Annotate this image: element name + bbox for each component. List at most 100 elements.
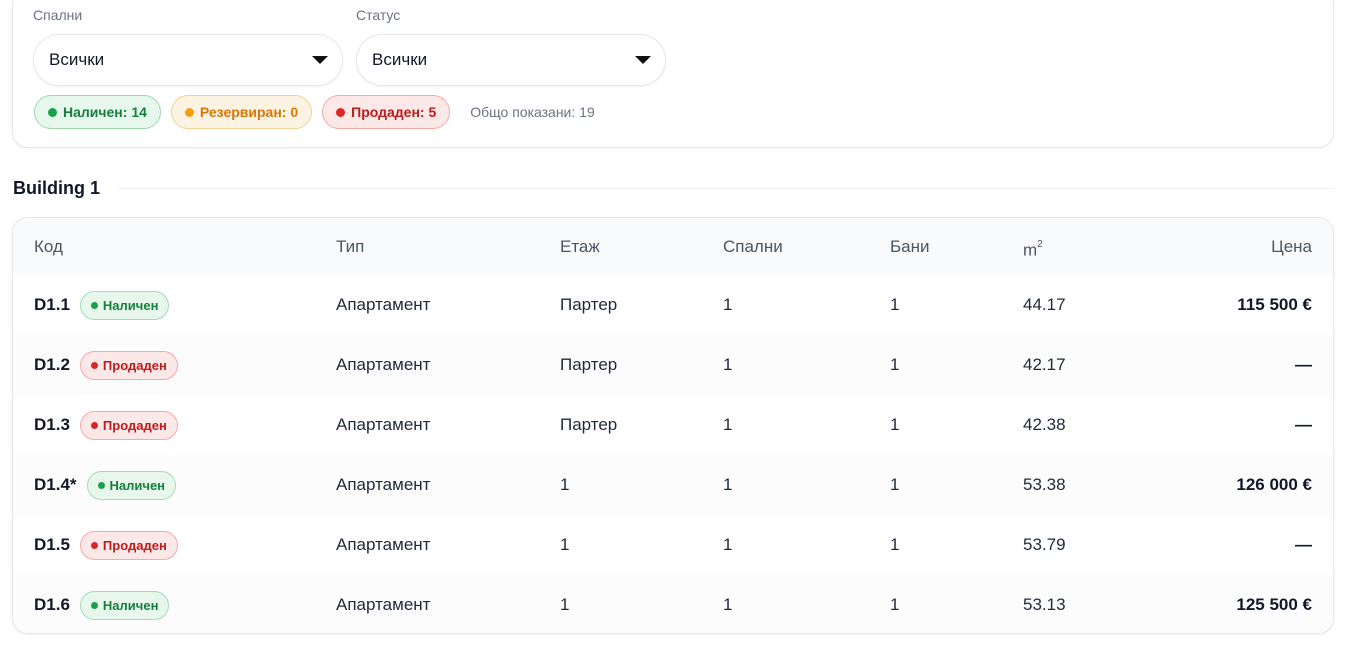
status-badge: Продаден <box>79 530 178 560</box>
header-area: m2 <box>1023 218 1043 275</box>
header-type: Тип <box>336 237 365 256</box>
unit-bathrooms: 1 <box>890 295 900 314</box>
unit-area: 53.38 <box>1023 475 1066 494</box>
unit-code: D1.2 <box>34 355 70 374</box>
unit-area: 42.17 <box>1023 355 1066 374</box>
unit-bedrooms: 1 <box>723 415 733 434</box>
unit-price: 125 500 € <box>1236 595 1312 614</box>
unit-code-cell: D1.2 Продаден <box>34 335 178 395</box>
status-badge: Наличен <box>79 590 170 620</box>
header-price: Цена <box>1271 237 1312 256</box>
status-badge-label: Наличен <box>102 297 159 313</box>
unit-type: Апартамент <box>336 295 431 314</box>
table-row[interactable]: D1.5 Продаден Апартамент 1 1 1 53.79 — <box>13 515 1333 575</box>
total-shown: Общо показани: 19 <box>470 104 595 120</box>
status-filter: Статус Всички <box>356 7 666 86</box>
header-area-unit: m <box>1023 240 1038 260</box>
status-dot-icon <box>48 107 57 117</box>
header-code: Код <box>34 237 63 256</box>
reserved-count-chip[interactable]: Резервиран: 0 <box>170 95 313 129</box>
unit-floor: Партер <box>560 295 618 314</box>
unit-code: D1.6 <box>34 595 70 614</box>
header-bedrooms: Спални <box>723 237 783 256</box>
unit-price: — <box>1295 535 1312 554</box>
status-dot-icon <box>184 107 194 117</box>
unit-floor: 1 <box>560 475 570 494</box>
unit-floor: 1 <box>560 535 570 554</box>
table-row[interactable]: D1.4* Наличен Апартамент 1 1 1 53.38 126 000 € <box>13 455 1333 515</box>
unit-area: 53.13 <box>1023 595 1066 614</box>
status-badge-label: Продаден <box>102 357 167 373</box>
status-badge: Продаден <box>79 350 178 380</box>
unit-floor: 1 <box>560 595 570 614</box>
unit-price: — <box>1295 355 1312 374</box>
unit-price: 115 500 € <box>1237 295 1312 314</box>
unit-type: Апартамент <box>336 355 431 374</box>
header-floor: Етаж <box>560 237 600 256</box>
unit-area: 42.38 <box>1023 415 1066 434</box>
status-badge-label: Наличен <box>109 477 166 493</box>
unit-area: 44.17 <box>1023 295 1066 314</box>
unit-code: D1.3 <box>34 415 70 434</box>
bedrooms-select[interactable]: Всички <box>33 34 343 86</box>
unit-floor: Партер <box>560 355 618 374</box>
unit-bedrooms: 1 <box>723 355 733 374</box>
unit-code-cell: D1.3 Продаден <box>34 395 178 455</box>
table-row[interactable]: D1.3 Продаден Апартамент Партер 1 1 42.38 — <box>13 395 1333 455</box>
reserved-count-label: Резервиран: 0 <box>199 104 299 120</box>
unit-floor: Партер <box>560 415 618 434</box>
unit-code: D1.1 <box>34 295 70 314</box>
unit-bathrooms: 1 <box>890 355 900 374</box>
status-badge-label: Наличен <box>102 597 159 613</box>
status-dot-icon <box>90 601 98 609</box>
section-divider <box>118 188 1334 189</box>
unit-bedrooms: 1 <box>723 535 733 554</box>
status-dot-icon <box>90 361 98 369</box>
unit-code-cell: D1.6 Наличен <box>34 575 170 633</box>
table-row[interactable]: D1.2 Продаден Апартамент Партер 1 1 42.17 — <box>13 335 1333 395</box>
unit-area: 53.79 <box>1023 535 1066 554</box>
section-title: Building 1 <box>13 178 100 198</box>
table-row[interactable]: D1.6 Наличен Апартамент 1 1 1 53.13 125 500 € <box>13 575 1333 633</box>
status-dot-icon <box>90 301 98 309</box>
status-badge: Наличен <box>86 470 177 500</box>
unit-code: D1.4* <box>34 475 77 494</box>
unit-bathrooms: 1 <box>890 535 900 554</box>
status-badge: Продаден <box>79 410 178 440</box>
unit-bathrooms: 1 <box>890 415 900 434</box>
bedrooms-filter-label: Спални <box>33 7 83 23</box>
sold-count-chip[interactable]: Продаден: 5 <box>322 95 451 129</box>
status-badge-label: Продаден <box>102 537 167 553</box>
chevron-down-icon <box>312 56 328 64</box>
chevron-down-icon <box>635 56 651 64</box>
available-count-chip[interactable]: Наличен: 14 <box>34 95 161 129</box>
unit-type: Апартамент <box>336 475 431 494</box>
unit-code: D1.5 <box>34 535 70 554</box>
units-table: Код Тип Етаж Спални Бани m2 Цена D1.1 Нал… <box>12 217 1334 634</box>
filter-panel: Спални Всички Статус Всички Наличен: 14 … <box>12 0 1334 148</box>
unit-type: Апартамент <box>336 535 431 554</box>
status-select[interactable]: Всички <box>356 34 666 86</box>
unit-type: Апартамент <box>336 595 431 614</box>
unit-price: 126 000 € <box>1236 475 1312 494</box>
status-dot-icon <box>90 421 98 429</box>
unit-code-cell: D1.1 Наличен <box>34 275 170 335</box>
status-dot-icon <box>90 541 98 549</box>
status-dot-icon <box>97 481 105 489</box>
available-count-label: Наличен: 14 <box>63 104 147 120</box>
unit-bedrooms: 1 <box>723 595 733 614</box>
table-body: D1.1 Наличен Апартамент Партер 1 1 44.17 115 50… <box>13 275 1333 633</box>
bedrooms-filter: Спални Всички <box>33 7 343 86</box>
status-select-value: Всички <box>372 50 428 69</box>
status-dot-icon <box>336 107 346 117</box>
status-badge: Наличен <box>79 290 170 320</box>
unit-code-cell: D1.4* Наличен <box>34 455 177 515</box>
unit-price: — <box>1295 415 1312 434</box>
unit-bathrooms: 1 <box>890 475 900 494</box>
table-row[interactable]: D1.1 Наличен Апартамент Партер 1 1 44.17 115 50… <box>13 275 1333 335</box>
header-bathrooms: Бани <box>890 237 930 256</box>
sold-count-label: Продаден: 5 <box>351 104 437 120</box>
header-area-exponent: 2 <box>1037 239 1043 250</box>
unit-bedrooms: 1 <box>723 295 733 314</box>
unit-type: Апартамент <box>336 415 431 434</box>
